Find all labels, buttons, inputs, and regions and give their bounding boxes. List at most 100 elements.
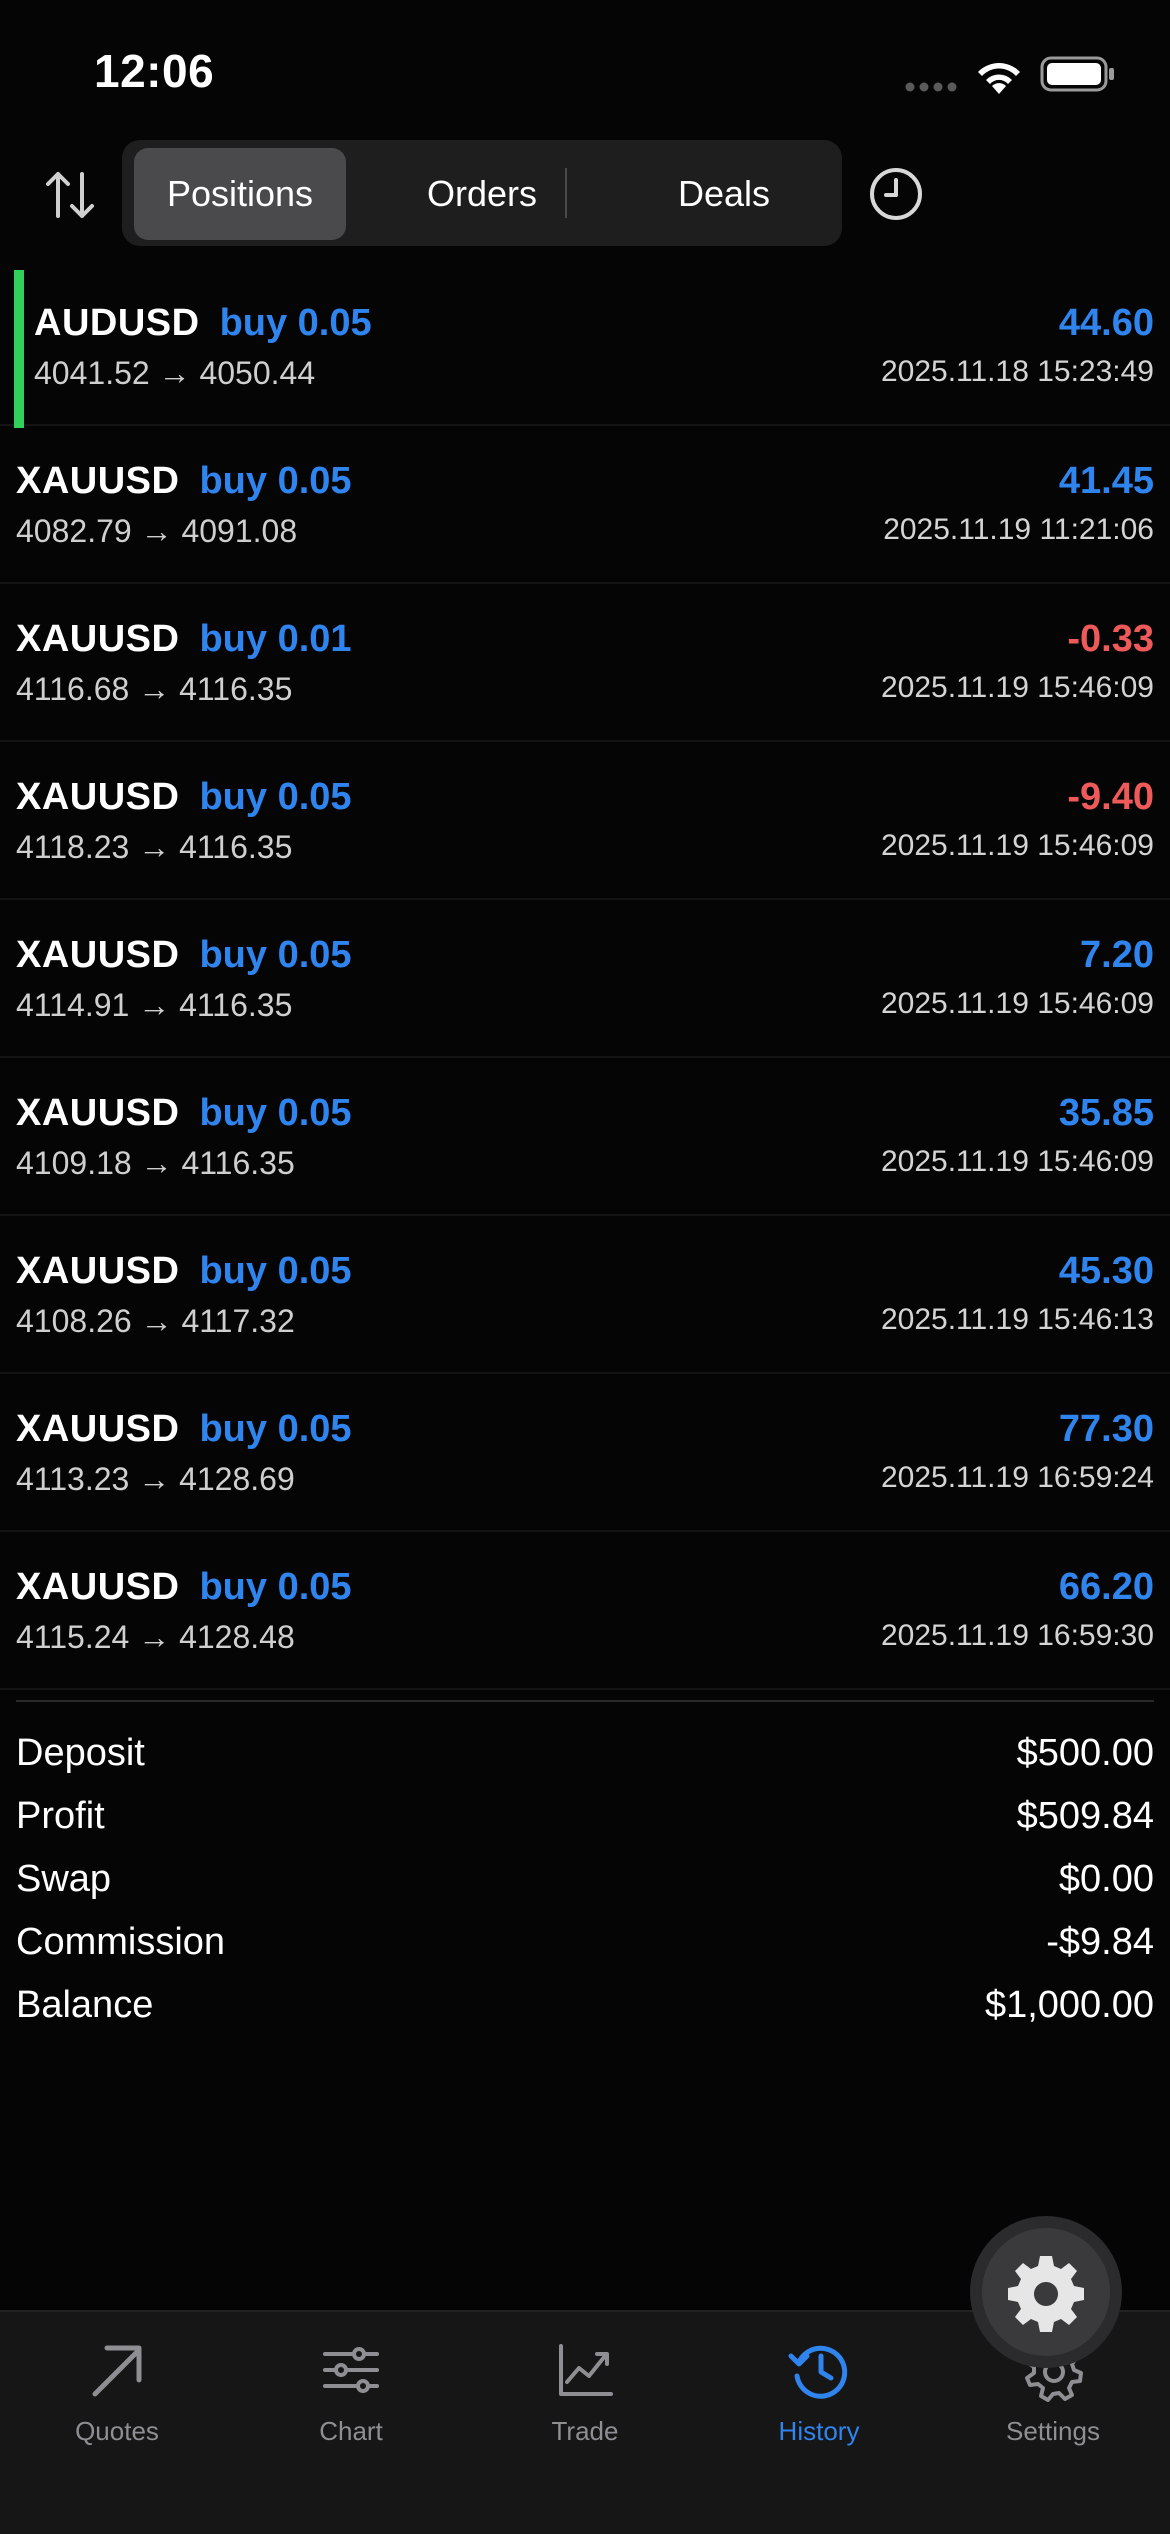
deal-symbol: XAUUSD <box>16 934 180 976</box>
deal-row[interactable]: XAUUSD buy 0.05 4082.79 → 4091.08 41.45 2… <box>0 426 1170 584</box>
summary-value: $0.00 <box>1058 1858 1154 1900</box>
deal-prices: 4116.68 → 4116.35 <box>16 671 293 707</box>
deal-side: buy 0.05 <box>199 934 352 976</box>
battery-icon <box>1040 56 1114 92</box>
summary-value: -$9.84 <box>1046 1921 1154 1963</box>
segmented-control: Positions Orders Deals <box>122 140 842 246</box>
history-clock-icon <box>788 2345 848 2399</box>
deal-symbol: XAUUSD <box>16 1566 180 1608</box>
deal-profit: 41.45 <box>1058 460 1154 502</box>
deal-time: 2025.11.19 15:46:09 <box>880 671 1154 704</box>
deal-row[interactable]: XAUUSD buy 0.01 4116.68 → 4116.35 -0.33 2… <box>0 584 1170 742</box>
deal-profit: -0.33 <box>1067 618 1154 660</box>
tab-history[interactable]: History <box>702 2338 936 2447</box>
deal-time: 2025.11.19 16:59:30 <box>880 1619 1154 1652</box>
deal-prices: 4113.23 → 4128.69 <box>16 1461 295 1497</box>
summary-row-commission: Commission -$9.84 <box>16 1911 1154 1974</box>
deal-side: buy 0.05 <box>199 1092 352 1134</box>
cellular-signal-icon <box>905 82 957 92</box>
segment-positions[interactable]: Positions <box>134 148 346 240</box>
line-chart-icon <box>559 2344 613 2396</box>
deal-time: 2025.11.19 15:46:09 <box>880 987 1154 1020</box>
status-bar: 12:06 <box>0 0 1170 140</box>
tab-label: History <box>778 2416 860 2446</box>
deal-symbol: AUDUSD <box>34 302 200 344</box>
summary-value: $500.00 <box>1016 1732 1154 1774</box>
deal-profit: 66.20 <box>1058 1566 1154 1608</box>
deal-prices: 4118.23 → 4116.35 <box>16 829 293 865</box>
segment-divider <box>565 168 567 218</box>
deal-prices: 4114.91 → 4116.35 <box>16 987 293 1023</box>
segment-orders[interactable]: Orders <box>376 148 588 240</box>
deal-prices: 4082.79 → 4091.08 <box>16 513 298 549</box>
deal-row[interactable]: XAUUSD buy 0.05 4118.23 → 4116.35 -9.40 2… <box>0 742 1170 900</box>
deal-prices: 4108.26 → 4117.32 <box>16 1303 295 1339</box>
summary-label: Commission <box>16 1921 226 1963</box>
tab-trade[interactable]: Trade <box>468 2338 702 2447</box>
deal-time: 2025.11.19 16:59:24 <box>880 1461 1154 1494</box>
deal-symbol: XAUUSD <box>16 1092 180 1134</box>
toolbar: Positions Orders Deals <box>0 140 1170 250</box>
deal-profit: 77.30 <box>1058 1408 1154 1450</box>
deal-time: 2025.11.19 15:46:09 <box>880 829 1154 862</box>
deal-side: buy 0.05 <box>199 1408 352 1450</box>
deal-side: buy 0.01 <box>199 618 352 660</box>
deal-list: AUDUSD buy 0.05 4041.52 → 4050.44 44.60 2… <box>0 268 1170 1690</box>
deal-profit: 35.85 <box>1058 1092 1154 1134</box>
deal-side: buy 0.05 <box>199 1566 352 1608</box>
deal-time: 2025.11.19 15:46:09 <box>880 1145 1154 1178</box>
selected-row-indicator <box>14 270 24 428</box>
deal-symbol: XAUUSD <box>16 618 180 660</box>
floating-settings-button[interactable] <box>970 2216 1122 2368</box>
summary-row-deposit: Deposit $500.00 <box>16 1722 1154 1785</box>
summary-row-swap: Swap $0.00 <box>16 1848 1154 1911</box>
deal-time: 2025.11.19 11:21:06 <box>883 513 1154 546</box>
tab-label: Trade <box>551 2416 619 2446</box>
summary-label: Swap <box>16 1858 112 1900</box>
deal-row[interactable]: AUDUSD buy 0.05 4041.52 → 4050.44 44.60 2… <box>0 268 1170 428</box>
deal-side: buy 0.05 <box>219 302 372 344</box>
deal-side: buy 0.05 <box>199 1250 352 1292</box>
summary-label: Profit <box>16 1795 105 1837</box>
tab-chart[interactable]: Chart <box>234 2338 468 2447</box>
deal-profit: 7.20 <box>1080 934 1154 976</box>
deal-row[interactable]: XAUUSD buy 0.05 4113.23 → 4128.69 77.30 2… <box>0 1374 1170 1532</box>
segment-deals[interactable]: Deals <box>618 148 830 240</box>
deal-profit: 44.60 <box>1058 302 1154 344</box>
summary-row-balance: Balance $1,000.00 <box>16 1974 1154 2037</box>
clock-icon[interactable] <box>866 164 926 224</box>
gear-icon <box>1008 2256 1084 2332</box>
deal-profit: -9.40 <box>1067 776 1154 818</box>
deal-symbol: XAUUSD <box>16 460 180 502</box>
sliders-icon <box>323 2347 379 2393</box>
tab-quotes[interactable]: Quotes <box>0 2338 234 2447</box>
sort-arrows-icon[interactable] <box>42 166 100 224</box>
deal-symbol: XAUUSD <box>16 776 180 818</box>
deal-side: buy 0.05 <box>199 460 352 502</box>
deal-prices: 4109.18 → 4116.35 <box>16 1145 295 1181</box>
summary-value: $509.84 <box>1016 1795 1154 1837</box>
deal-row[interactable]: XAUUSD buy 0.05 4114.91 → 4116.35 7.20 20… <box>0 900 1170 1058</box>
summary-row-profit: Profit $509.84 <box>16 1785 1154 1848</box>
deal-symbol: XAUUSD <box>16 1408 180 1450</box>
deal-prices: 4115.24 → 4128.48 <box>16 1619 295 1655</box>
deal-time: 2025.11.18 15:23:49 <box>880 355 1154 388</box>
summary-label: Balance <box>16 1984 154 2026</box>
deal-row[interactable]: XAUUSD buy 0.05 4109.18 → 4116.35 35.85 2… <box>0 1058 1170 1216</box>
wifi-icon <box>978 63 1020 94</box>
deal-profit: 45.30 <box>1058 1250 1154 1292</box>
deal-row[interactable]: XAUUSD buy 0.05 4115.24 → 4128.48 66.20 2… <box>0 1532 1170 1690</box>
tab-label: Chart <box>319 2416 383 2446</box>
summary-value: $1,000.00 <box>984 1984 1154 2026</box>
tab-label: Settings <box>1006 2416 1100 2446</box>
summary-label: Deposit <box>16 1732 145 1774</box>
account-summary: Deposit $500.00 Profit $509.84 Swap $0.0… <box>16 1700 1154 2037</box>
deal-row[interactable]: XAUUSD buy 0.05 4108.26 → 4117.32 45.30 2… <box>0 1216 1170 1374</box>
status-time: 12:06 <box>94 45 215 97</box>
deal-prices: 4041.52 → 4050.44 <box>34 355 316 391</box>
deal-symbol: XAUUSD <box>16 1250 180 1292</box>
tab-label: Quotes <box>75 2416 159 2446</box>
deal-side: buy 0.05 <box>199 776 352 818</box>
deal-time: 2025.11.19 15:46:13 <box>880 1303 1154 1336</box>
arrow-up-right-icon <box>92 2345 142 2397</box>
